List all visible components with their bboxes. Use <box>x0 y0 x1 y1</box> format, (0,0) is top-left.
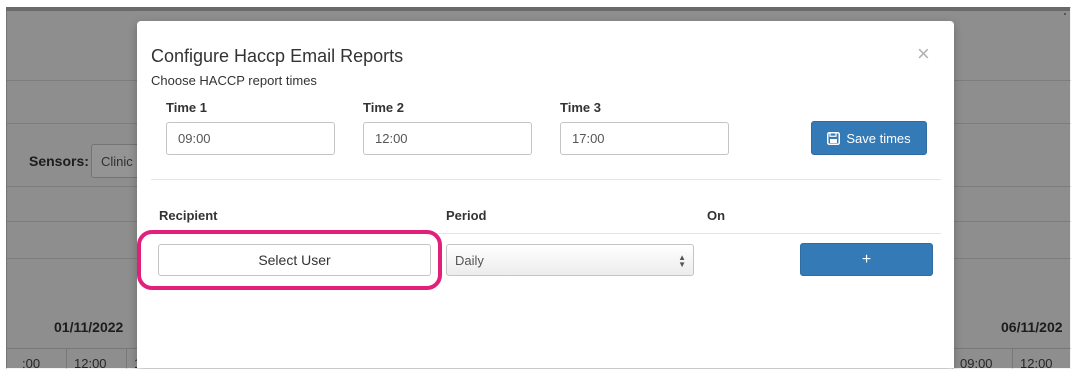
column-header-on: On <box>707 208 726 223</box>
time-1-label: Time 1 <box>166 100 207 115</box>
time-2-input[interactable] <box>363 122 532 155</box>
time-3-label: Time 3 <box>560 100 601 115</box>
period-select[interactable]: Daily ▲ ▼ <box>446 244 694 276</box>
modal-subtitle: Choose HACCP report times <box>151 73 317 88</box>
window-top-bar <box>6 7 1070 11</box>
modal-title: Configure Haccp Email Reports <box>151 46 404 66</box>
column-header-period: Period <box>446 208 487 223</box>
scroll-indicator <box>1064 13 1066 15</box>
floppy-disk-icon <box>827 131 841 145</box>
save-times-button[interactable]: Save times <box>811 121 927 155</box>
haccp-email-reports-modal: Configure Haccp Email Reports × Choose H… <box>137 21 954 368</box>
period-selected-value: Daily <box>455 253 484 268</box>
select-user-button[interactable]: Select User <box>158 244 431 276</box>
select-arrows-icon: ▲ ▼ <box>678 253 686 269</box>
section-divider <box>151 179 941 180</box>
time-2-label: Time 2 <box>363 100 404 115</box>
time-1-input[interactable] <box>166 122 335 155</box>
save-times-label: Save times <box>846 130 911 146</box>
table-header-divider <box>151 233 941 234</box>
column-header-recipient: Recipient <box>159 208 218 223</box>
add-recipient-button[interactable]: + <box>800 243 933 276</box>
time-3-input[interactable] <box>560 122 729 155</box>
close-icon[interactable]: × <box>917 43 930 65</box>
